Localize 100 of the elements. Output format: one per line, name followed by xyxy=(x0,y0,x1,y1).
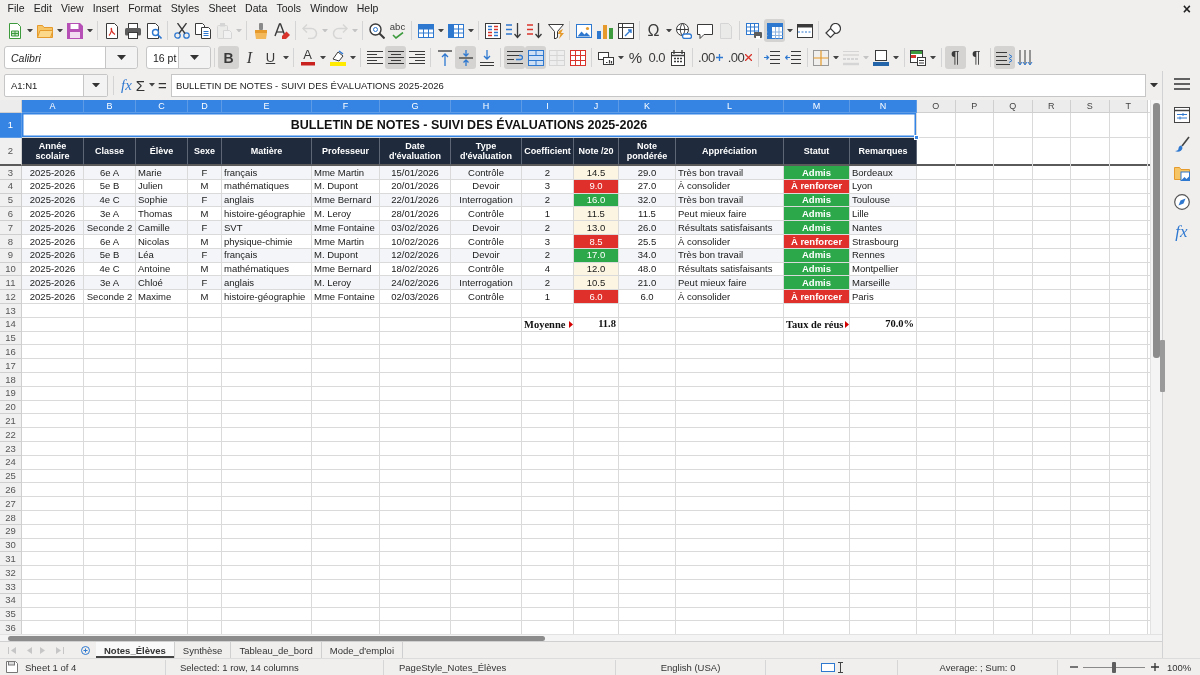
menu-item[interactable]: Insert xyxy=(88,0,124,17)
row-header[interactable]: 26 xyxy=(0,483,22,498)
italic-button[interactable]: I xyxy=(239,46,260,69)
row-header[interactable]: 12 xyxy=(0,290,22,304)
menu-item[interactable]: View xyxy=(56,0,89,17)
column-header[interactable]: E xyxy=(222,100,312,113)
column-header[interactable]: F xyxy=(312,100,380,113)
caret-icon[interactable] xyxy=(617,55,624,60)
menu-item[interactable]: Window xyxy=(305,0,353,17)
row-header[interactable]: 3 xyxy=(0,166,22,180)
font-color-button[interactable]: A xyxy=(297,46,318,69)
column-header[interactable]: S xyxy=(1071,100,1110,113)
column-header[interactable]: J xyxy=(574,100,619,113)
caret-icon[interactable] xyxy=(665,28,672,33)
caret-icon[interactable] xyxy=(86,28,93,33)
menu-item[interactable]: Edit xyxy=(29,0,57,17)
column-header[interactable]: M xyxy=(784,100,850,113)
wrap-text-button[interactable] xyxy=(504,46,525,69)
column-header[interactable]: H xyxy=(451,100,522,113)
caret-icon[interactable] xyxy=(1150,82,1158,88)
caret-icon[interactable] xyxy=(26,28,33,33)
caret-icon[interactable] xyxy=(893,55,900,60)
menu-item[interactable]: Data xyxy=(240,0,272,17)
freeze-button[interactable] xyxy=(764,19,785,42)
row-header[interactable]: 31 xyxy=(0,552,22,567)
menu-item[interactable]: Sheet xyxy=(203,0,241,17)
column-header[interactable]: T xyxy=(1109,100,1148,113)
formula-input[interactable]: BULLETIN DE NOTES - SUIVI DES ÉVALUATIONS 2025-2026 xyxy=(170,73,1146,97)
caret-icon[interactable] xyxy=(117,55,126,60)
spelling-button[interactable]: abc xyxy=(387,19,408,42)
number-format-button[interactable]: 0.0 xyxy=(646,46,668,69)
scrollbar-thumb[interactable] xyxy=(1153,103,1160,358)
function-wizard-button[interactable]: fx xyxy=(119,74,134,96)
zoom-in-button[interactable] xyxy=(1150,661,1159,673)
row-header[interactable]: 2 xyxy=(0,138,22,166)
column-header[interactable]: D xyxy=(188,100,222,113)
column-header[interactable]: C xyxy=(136,100,188,113)
row-header[interactable]: 32 xyxy=(0,566,22,580)
column-header[interactable]: N xyxy=(850,100,917,113)
column-header[interactable]: R xyxy=(1032,100,1071,113)
horizontal-text-button[interactable] xyxy=(993,46,1015,69)
row-header[interactable]: 1 xyxy=(0,113,22,138)
caret-icon[interactable] xyxy=(148,83,155,87)
sheet-tab[interactable]: Notes_Élèves xyxy=(96,642,175,658)
row-header[interactable]: 17 xyxy=(0,359,22,373)
caret-icon[interactable] xyxy=(467,28,474,33)
font-size-combo[interactable]: 16 pt xyxy=(146,46,211,69)
caret-icon[interactable] xyxy=(930,55,937,60)
caret-icon[interactable] xyxy=(319,55,326,60)
dropdown-button[interactable] xyxy=(83,74,107,96)
row-header[interactable]: 22 xyxy=(0,428,22,442)
dropdown-button[interactable] xyxy=(178,47,210,68)
align-center-button[interactable] xyxy=(385,46,406,69)
menu-item[interactable]: Tools xyxy=(271,0,306,17)
row-header[interactable]: 6 xyxy=(0,207,22,222)
column-header[interactable]: I xyxy=(522,100,574,113)
add-decimal-button[interactable]: .00 xyxy=(695,46,726,69)
fill-handle[interactable] xyxy=(914,135,919,140)
slider-thumb[interactable] xyxy=(1112,661,1116,673)
left-to-right-button[interactable]: ¶ xyxy=(944,46,966,69)
row-header[interactable]: 11 xyxy=(0,276,22,291)
percent-button[interactable]: % xyxy=(625,46,646,69)
caret-icon[interactable] xyxy=(91,82,100,88)
special-character-button[interactable]: Ω xyxy=(643,19,664,42)
column-header[interactable]: O xyxy=(917,100,956,113)
caret-icon[interactable] xyxy=(56,28,63,33)
column-header[interactable]: P xyxy=(955,100,994,113)
column-header[interactable]: B xyxy=(84,100,136,113)
row-header[interactable]: 16 xyxy=(0,345,22,360)
caret-icon[interactable] xyxy=(190,55,199,60)
row-header[interactable]: 21 xyxy=(0,414,22,429)
column-header[interactable]: L xyxy=(676,100,784,113)
row-header[interactable]: 27 xyxy=(0,497,22,511)
scrollbar-thumb[interactable] xyxy=(8,635,545,641)
column-header[interactable]: A xyxy=(22,100,84,113)
menu-item[interactable]: File xyxy=(3,0,30,17)
formula-button[interactable]: = xyxy=(156,74,169,96)
functions-button[interactable]: fx xyxy=(1168,220,1195,242)
sum-button[interactable]: Σ xyxy=(133,74,148,96)
caret-icon[interactable] xyxy=(833,55,840,60)
text-cursor-icon[interactable] xyxy=(837,661,843,673)
menu-item[interactable]: Help xyxy=(352,0,383,17)
caret-icon[interactable] xyxy=(786,28,793,33)
column-header[interactable]: G xyxy=(380,100,451,113)
delete-decimal-button[interactable]: .00 xyxy=(725,46,755,69)
column-header[interactable]: Q xyxy=(994,100,1033,113)
row-header[interactable]: 7 xyxy=(0,221,22,235)
font-name-combo[interactable]: Calibri xyxy=(4,46,138,69)
name-box[interactable]: A1:N1 xyxy=(4,73,108,97)
menu-item[interactable]: Styles xyxy=(166,0,204,17)
caret-icon[interactable] xyxy=(349,55,356,60)
menu-item[interactable]: Format xyxy=(123,0,167,17)
dropdown-button[interactable] xyxy=(105,47,137,68)
caret-icon[interactable] xyxy=(437,28,444,33)
right-to-left-button[interactable]: ¶ xyxy=(965,46,987,69)
row-header[interactable]: 36 xyxy=(0,621,22,634)
center-vertically-button[interactable] xyxy=(455,46,476,69)
close-button[interactable]: × xyxy=(1176,0,1197,17)
caret-icon[interactable] xyxy=(282,55,289,60)
column-header[interactable]: K xyxy=(619,100,676,113)
